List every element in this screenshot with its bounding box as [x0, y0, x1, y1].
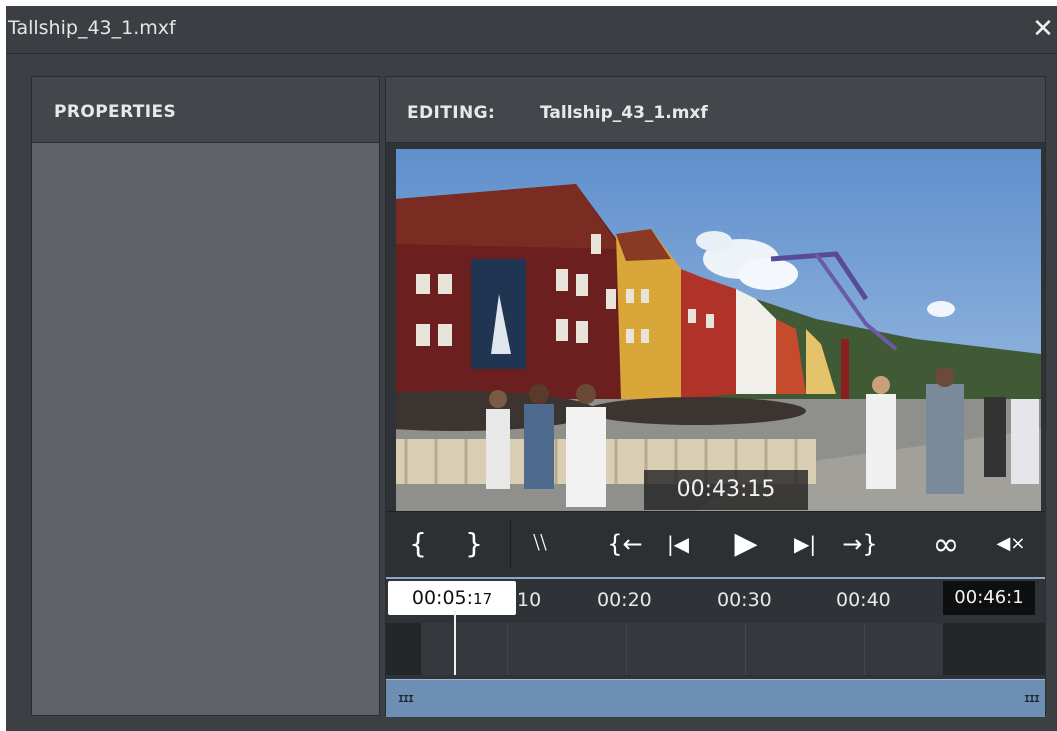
- go-to-in-button[interactable]: {←: [603, 526, 647, 562]
- track-gridline: [864, 623, 865, 675]
- timeline-track[interactable]: [386, 623, 1045, 675]
- track-out-region-right: [943, 623, 1045, 675]
- control-separator: [510, 520, 511, 568]
- scrollbar-right-grip[interactable]: III: [1024, 694, 1040, 705]
- track-gridline: [745, 623, 746, 675]
- playhead-time-frames: 17: [473, 590, 493, 608]
- video-timecode: 00:43:15: [644, 470, 808, 510]
- properties-title: PROPERTIES: [54, 102, 177, 122]
- properties-header: PROPERTIES: [32, 77, 379, 143]
- clear-marks-button[interactable]: ⧵⧵: [520, 526, 560, 562]
- editing-header: EDITING: Tallship_43_1.mxf: [386, 77, 1045, 143]
- editing-panel: EDITING: Tallship_43_1.mxf 00:43:15 {} …: [385, 76, 1046, 717]
- scrollbar-left-grip[interactable]: III: [398, 694, 414, 705]
- ruler-tick: 00:40: [836, 589, 891, 611]
- mute-button[interactable]: ◀×: [991, 526, 1031, 562]
- track-gridline: [626, 623, 627, 675]
- track-out-region-left: [386, 623, 421, 675]
- timeline-ruler[interactable]: 10 00:20 00:30 00:40 00:46:1 00:05:17: [386, 577, 1045, 623]
- step-forward-button[interactable]: ▶|: [788, 526, 822, 562]
- window-title: Tallship_43_1.mxf: [8, 17, 176, 39]
- video-preview[interactable]: 00:43:15: [396, 149, 1041, 511]
- track-gridline: [507, 623, 508, 675]
- loop-button[interactable]: ∞: [926, 526, 966, 562]
- ruler-tick: 10: [517, 589, 542, 611]
- transport-controls: { } ⧵⧵ {← |◀ ▶ ▶| →} ∞ ◀×: [386, 511, 1045, 577]
- close-button[interactable]: ✕: [1029, 14, 1057, 44]
- playhead-time-main: 00:05:: [411, 587, 474, 609]
- step-back-button[interactable]: |◀: [661, 526, 695, 562]
- playhead[interactable]: [454, 611, 456, 675]
- properties-panel: PROPERTIES: [31, 76, 380, 716]
- title-bar: Tallship_43_1.mxf ✕: [6, 6, 1057, 54]
- mark-in-button[interactable]: {: [404, 526, 432, 562]
- end-time-label: 00:46:1: [943, 581, 1035, 615]
- video-frame-image: [396, 149, 1041, 511]
- editor-window: Tallship_43_1.mxf ✕ PROPERTIES EDITING: …: [6, 6, 1057, 731]
- mark-out-button[interactable]: }: [460, 526, 488, 562]
- play-button[interactable]: ▶: [726, 526, 766, 562]
- editing-file-name: Tallship_43_1.mxf: [540, 103, 708, 123]
- ruler-tick: 00:20: [597, 589, 652, 611]
- ruler-tick: 00:30: [717, 589, 772, 611]
- playhead-time-label: 00:05:17: [388, 581, 516, 615]
- timeline-zoom-scrollbar[interactable]: III III: [386, 679, 1045, 717]
- editing-label: EDITING:: [407, 103, 496, 123]
- go-to-out-button[interactable]: →}: [838, 526, 882, 562]
